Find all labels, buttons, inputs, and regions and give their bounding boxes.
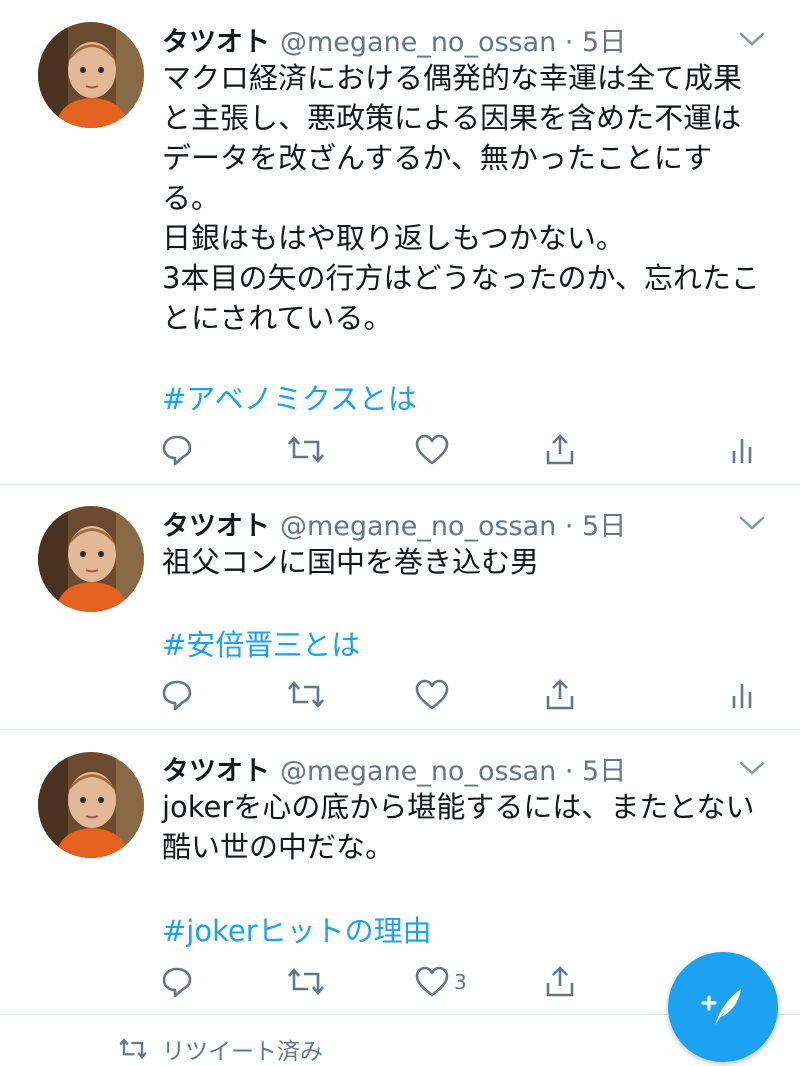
like-button[interactable]: 3 (414, 962, 467, 1002)
reply-icon (162, 435, 192, 466)
display-name[interactable]: タツオト (162, 756, 270, 787)
reply-button[interactable] (160, 430, 194, 470)
reply-icon (162, 967, 192, 998)
handle-and-time: @megane_no_ossan · 5日 (280, 756, 627, 787)
analytics-button[interactable] (730, 675, 756, 715)
like-button[interactable] (414, 675, 454, 715)
hashtag-link[interactable]: #アベノミクスとは (162, 376, 417, 418)
retweeted-indicator: リツイート済み (118, 1034, 323, 1065)
retweet-button[interactable] (286, 962, 326, 1002)
hashtag-link[interactable]: #安倍晋三とは (162, 622, 360, 664)
like-button[interactable] (414, 430, 454, 470)
tweet-2[interactable]: タツオト @megane_no_ossan · 5日 祖父コンに国中を巻き込む男 … (0, 485, 800, 729)
hashtag-link[interactable]: #jokerヒットの理由 (162, 908, 432, 950)
share-button[interactable] (543, 962, 577, 1002)
avatar[interactable] (38, 752, 144, 858)
chevron-down-icon[interactable] (738, 514, 766, 532)
tweet-text: 祖父コンに国中を巻き込む男 (162, 545, 540, 579)
avatar[interactable] (38, 506, 144, 612)
reply-button[interactable] (160, 675, 194, 715)
tweet-1[interactable]: タツオト @megane_no_ossan · 5日 マクロ経済における偶発的な幸… (0, 0, 800, 484)
share-icon (546, 966, 574, 997)
chevron-down-icon[interactable] (738, 759, 766, 777)
share-button[interactable] (543, 675, 577, 715)
retweet-icon (288, 967, 324, 996)
compose-tweet-button[interactable] (668, 952, 778, 1062)
retweeted-label: リツイート済み (162, 1039, 323, 1065)
share-icon (546, 679, 574, 710)
retweet-icon (288, 435, 324, 464)
chevron-down-icon[interactable] (738, 30, 766, 48)
share-icon (546, 434, 574, 465)
retweet-icon (119, 1038, 147, 1060)
analytics-button[interactable] (730, 430, 756, 470)
heart-icon (415, 679, 449, 710)
analytics-icon (732, 684, 752, 708)
display-name[interactable]: タツオト (162, 511, 270, 542)
share-button[interactable] (543, 430, 577, 470)
heart-icon (415, 434, 449, 465)
handle-and-time: @megane_no_ossan · 5日 (280, 27, 627, 58)
like-count: 3 (454, 970, 467, 994)
tweet-text: マクロ経済における偶発的な幸運は全て成果 と主張し、悪政策による因果を含めた不運… (162, 61, 760, 335)
tweet-text: jokerを心の底から堪能するには、またとない 酷い世の中だな。 (162, 790, 755, 864)
display-name[interactable]: タツオト (162, 27, 270, 58)
retweet-button[interactable] (286, 675, 326, 715)
heart-icon (415, 966, 449, 997)
retweet-button[interactable] (286, 430, 326, 470)
compose-tweet-icon (701, 989, 741, 1025)
reply-button[interactable] (160, 962, 194, 1002)
handle-and-time: @megane_no_ossan · 5日 (280, 511, 627, 542)
retweet-icon (288, 680, 324, 709)
analytics-icon (732, 439, 752, 463)
reply-icon (162, 680, 192, 711)
avatar[interactable] (38, 22, 144, 128)
